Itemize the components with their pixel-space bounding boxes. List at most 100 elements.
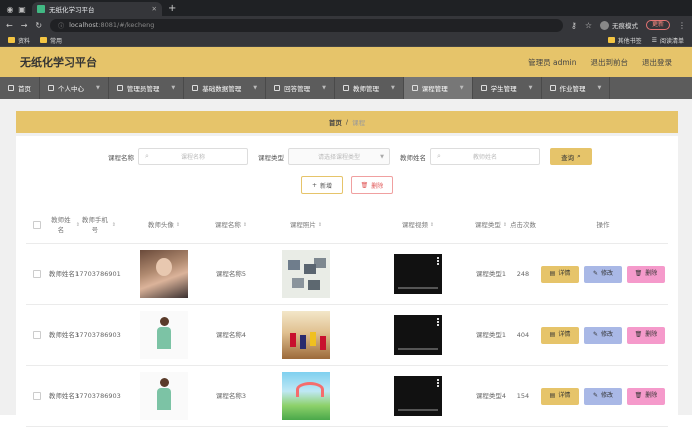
edit-icon: ✎	[592, 270, 598, 277]
chevron-down-icon: ▼	[459, 85, 464, 91]
new-tab-icon[interactable]: +	[168, 2, 176, 16]
browser-tab[interactable]: 无纸化学习平台 ✕	[32, 2, 162, 16]
table-row: 教师姓名3 17703786903 课程名称4 课程类型1 404 ▤ 详情 ✎ 修…	[26, 305, 668, 366]
other-bookmarks[interactable]: 其他书签	[607, 36, 642, 45]
course-type-select[interactable]: 请选择课程类型 ▼	[288, 148, 390, 165]
sort-icon[interactable]: ⇕	[503, 220, 507, 230]
nav-item-home[interactable]: 首页	[0, 77, 40, 99]
address-bar[interactable]: ⓘ localhost:8081/#/kecheng	[50, 18, 563, 32]
course-image[interactable]	[282, 372, 330, 420]
nav-item-admin[interactable]: 管理员管理 ▼	[109, 77, 185, 99]
bookmark-folder[interactable]: 资料	[8, 36, 30, 45]
incognito-icon	[599, 20, 609, 30]
nav-item-personal[interactable]: 个人中心 ▼	[40, 77, 109, 99]
delete-button[interactable]: 🗑 删除	[627, 326, 665, 344]
header-avatar[interactable]: 教师头像 ⇕	[116, 206, 212, 243]
forward-icon[interactable]: →	[21, 21, 28, 30]
video-menu-icon[interactable]	[437, 379, 439, 381]
update-button[interactable]: 更新	[645, 20, 670, 30]
detail-icon: ▤	[549, 270, 556, 277]
sort-icon[interactable]: ⇕	[430, 220, 434, 230]
nav-item-students[interactable]: 学生管理 ▼	[473, 77, 542, 99]
course-video-cell	[362, 305, 474, 365]
course-name-cell: 课程名称3	[215, 392, 247, 400]
course-image[interactable]	[282, 311, 330, 359]
select-all-checkbox[interactable]	[33, 220, 41, 229]
incognito-indicator[interactable]: 无痕模式	[599, 20, 638, 30]
course-icon	[411, 85, 418, 91]
nav-item-homework[interactable]: 作业管理 ▼	[542, 77, 611, 99]
row-checkbox[interactable]	[33, 270, 41, 278]
sort-icon[interactable]: ⇕	[243, 220, 247, 230]
reading-list[interactable]: ☰ 阅读清单	[652, 36, 684, 45]
back-icon[interactable]: ←	[6, 21, 13, 30]
delete-button[interactable]: 🗑 删除	[627, 265, 665, 283]
detail-button[interactable]: ▤ 详情	[541, 387, 579, 405]
window-menu-icon[interactable]: ◉	[4, 4, 16, 16]
clicks-cell: 404	[516, 331, 530, 339]
course-video-player[interactable]	[394, 315, 442, 355]
course-image[interactable]	[282, 250, 330, 298]
header-teacher-phone[interactable]: 教师手机号 ⇕	[80, 206, 116, 243]
row-checkbox[interactable]	[33, 392, 41, 400]
search-button[interactable]: 查询 ⌕	[550, 148, 592, 165]
edit-button[interactable]: ✎ 修改	[584, 387, 622, 405]
folder-icon	[607, 37, 615, 43]
row-select-cell	[26, 366, 48, 426]
teacher-phone-cell: 17703786903	[75, 392, 121, 400]
course-video-player[interactable]	[394, 254, 442, 294]
detail-label: 详情	[558, 270, 571, 277]
teacher-phone-cell: 17703786901	[75, 270, 121, 278]
edit-button[interactable]: ✎ 修改	[584, 265, 622, 283]
close-tab-icon[interactable]: ✕	[152, 5, 157, 13]
reload-icon[interactable]: ↻	[35, 21, 42, 30]
teacher-avatar-image[interactable]	[140, 250, 188, 298]
app-header: 无纸化学习平台 管理员 admin 退出到前台 退出登录	[0, 47, 692, 77]
video-menu-icon[interactable]	[437, 318, 439, 320]
key-icon[interactable]: ⚷	[571, 21, 577, 30]
tab-search-icon[interactable]: ▣	[16, 4, 28, 16]
teacher-name-input[interactable]: ⌕ 教师姓名	[430, 148, 540, 165]
course-type-cell: 课程类型1	[475, 270, 507, 278]
header-course-type[interactable]: 课程类型 ⇕	[474, 206, 508, 243]
nav-item-teachers[interactable]: 教师管理 ▼	[335, 77, 404, 99]
teacher-avatar-image[interactable]	[140, 372, 188, 420]
course-name-placeholder: 课程名称	[180, 154, 205, 161]
nav-item-courses[interactable]: 课程管理 ▼	[403, 77, 473, 99]
course-name-input[interactable]: ⌕ 课程名称	[138, 148, 248, 165]
row-checkbox[interactable]	[33, 331, 41, 339]
nav-item-basic-data[interactable]: 基础数据管理 ▼	[184, 77, 267, 99]
teacher-avatar-image[interactable]	[140, 311, 188, 359]
video-menu-icon[interactable]	[437, 257, 439, 259]
add-button[interactable]: + 新增	[301, 176, 343, 194]
app-title: 无纸化学习平台	[20, 56, 97, 69]
star-icon[interactable]: ☆	[585, 21, 592, 30]
sort-icon[interactable]: ⇕	[318, 220, 322, 230]
header-teacher-name[interactable]: 教师姓名 ⇕	[48, 206, 80, 243]
header-course-video[interactable]: 课程视频 ⇕	[362, 206, 474, 243]
trash-icon: 🗑	[634, 392, 643, 399]
back-to-front-link[interactable]: 退出到前台	[591, 57, 629, 68]
course-image-cell	[250, 366, 362, 426]
header-course-image[interactable]: 课程照片 ⇕	[250, 206, 362, 243]
bookmark-folder[interactable]: 常用	[40, 36, 62, 45]
more-icon[interactable]: ⋮	[678, 21, 686, 30]
course-video-player[interactable]	[394, 376, 442, 416]
sort-icon[interactable]: ⇕	[176, 220, 180, 230]
bookmark-label: 常用	[50, 37, 63, 45]
breadcrumb-home[interactable]: 首页	[329, 117, 342, 127]
detail-button[interactable]: ▤ 详情	[541, 326, 579, 344]
detail-button[interactable]: ▤ 详情	[541, 265, 579, 283]
home-icon	[8, 85, 14, 91]
batch-delete-button[interactable]: 🗑 删除	[351, 176, 393, 194]
nav-item-answers[interactable]: 回答管理 ▼	[266, 77, 335, 99]
course-video-cell	[362, 244, 474, 304]
logout-link[interactable]: 退出登录	[642, 57, 672, 68]
vue-favicon-icon	[37, 5, 45, 13]
header-course-name[interactable]: 课程名称 ⇕	[212, 206, 250, 243]
delete-button[interactable]: 🗑 删除	[627, 387, 665, 405]
edit-button[interactable]: ✎ 修改	[584, 326, 622, 344]
course-video-cell	[362, 366, 474, 426]
info-icon[interactable]: ⓘ	[58, 21, 64, 30]
delete-label: 删除	[645, 270, 658, 277]
